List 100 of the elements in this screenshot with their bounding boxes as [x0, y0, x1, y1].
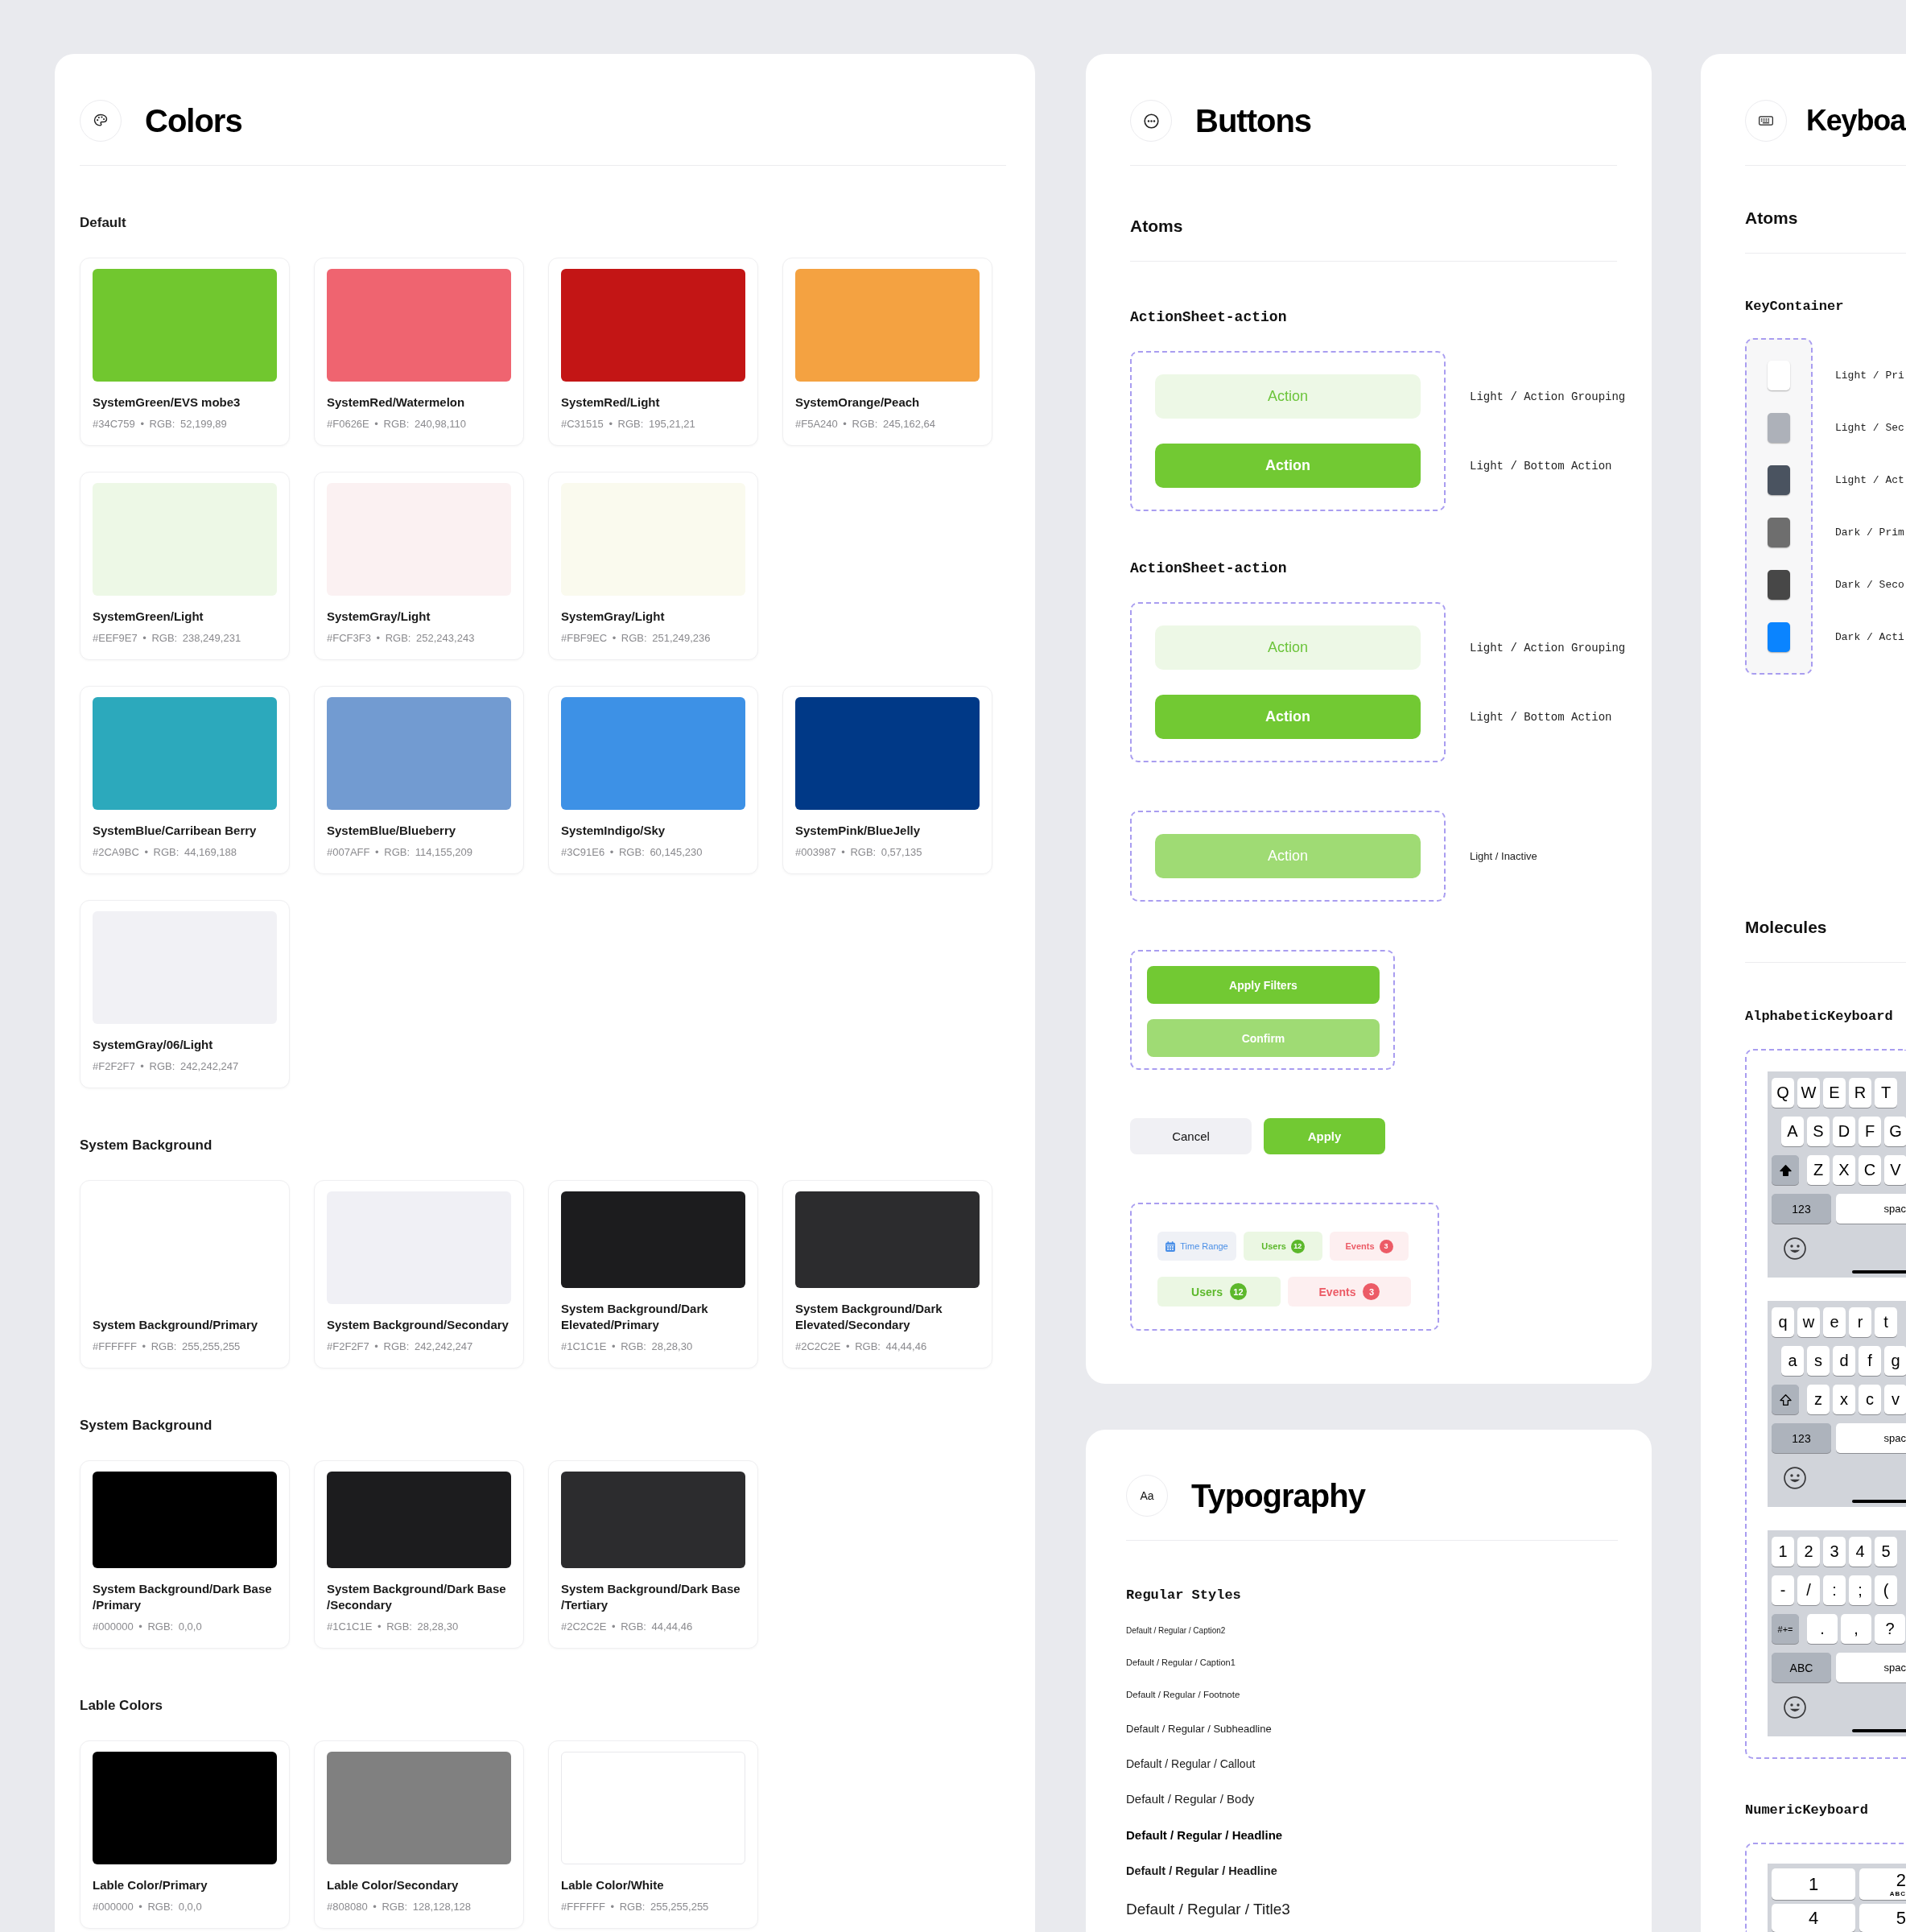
shift-key[interactable] — [1772, 1385, 1799, 1414]
keyboard-key[interactable]: e — [1823, 1307, 1846, 1337]
section-heading: Atoms — [1130, 217, 1184, 236]
variant-label: Light / Action Grouping — [1470, 390, 1626, 403]
keyboard-key[interactable]: c — [1859, 1385, 1881, 1414]
color-name: SystemGray/06/Light — [93, 1037, 214, 1053]
keyboard-key[interactable]: 5 — [1875, 1537, 1897, 1567]
color-values: #3C91E6 • RGB: 60,145,230 — [561, 845, 703, 859]
color-name: SystemRed/Watermelon — [327, 394, 466, 411]
home-indicator — [1852, 1729, 1906, 1732]
mode-key[interactable]: ABC — [1772, 1653, 1831, 1682]
keyboard-key[interactable]: W — [1797, 1078, 1820, 1108]
keyboard-key[interactable]: C — [1859, 1155, 1881, 1185]
space-key[interactable]: spac — [1836, 1653, 1906, 1682]
keyboard-key[interactable]: / — [1797, 1575, 1820, 1605]
keyboard-key[interactable]: w — [1797, 1307, 1820, 1337]
smiley-icon[interactable] — [1784, 1696, 1806, 1719]
color-values: #34C759 • RGB: 52,199,89 — [93, 417, 228, 431]
keyboard-key[interactable]: q — [1772, 1307, 1794, 1337]
color-values: #2CA9BC • RGB: 44,169,188 — [93, 845, 238, 859]
mode-key[interactable]: #+= — [1772, 1614, 1799, 1644]
text-style-badge: Aa — [1126, 1475, 1168, 1517]
keyboard-key[interactable]: - — [1772, 1575, 1794, 1605]
color-name: SystemGreen/Light — [93, 609, 204, 625]
keyboard-key[interactable]: S — [1807, 1117, 1830, 1146]
keyboard-key[interactable]: r — [1849, 1307, 1871, 1337]
smiley-icon[interactable] — [1784, 1237, 1806, 1260]
number-key[interactable]: 1 — [1772, 1868, 1855, 1900]
keyboard-key[interactable]: 1 — [1772, 1537, 1794, 1567]
color-values: #FFFFFF • RGB: 255,255,255 — [561, 1900, 710, 1913]
color-values: #808080 • RGB: 128,128,128 — [327, 1900, 472, 1913]
variant-label: Light / Sec — [1835, 422, 1904, 434]
keyboard-key[interactable]: ( — [1875, 1575, 1897, 1605]
type-sample: Default / Regular / Caption1 — [1126, 1657, 1236, 1669]
color-values: #000000 • RGB: 0,0,0 — [93, 1620, 203, 1633]
keyboard-key[interactable]: 4 — [1849, 1537, 1871, 1567]
keyboard-key[interactable]: z — [1807, 1385, 1830, 1414]
keyboard-key[interactable]: R — [1849, 1078, 1871, 1108]
keyboard-key[interactable]: g — [1884, 1346, 1906, 1376]
number-key[interactable]: 2 ABC — [1859, 1868, 1906, 1900]
keyboard-key[interactable]: 2 — [1797, 1537, 1820, 1567]
panel-title: Keyboa — [1806, 103, 1905, 138]
count-badge: 12 — [1290, 1239, 1305, 1253]
shift-key[interactable] — [1772, 1155, 1799, 1185]
punctuation-key[interactable]: ? — [1875, 1614, 1905, 1644]
type-sample: Default / Regular / Callout — [1126, 1757, 1256, 1771]
keyboard-key[interactable]: a — [1781, 1346, 1804, 1376]
space-key[interactable]: spac — [1836, 1423, 1906, 1453]
punctuation-key[interactable]: . — [1807, 1614, 1838, 1644]
color-values: #000000 • RGB: 0,0,0 — [93, 1900, 203, 1913]
keyboard-key[interactable]: G — [1884, 1117, 1906, 1146]
color-name: SystemGray/Light — [327, 609, 431, 625]
keyboard-key[interactable]: v — [1884, 1385, 1906, 1414]
type-sample: Default / Regular / Body — [1126, 1792, 1255, 1807]
keyboard-key[interactable]: Q — [1772, 1078, 1794, 1108]
keyboard-key[interactable]: 3 — [1823, 1537, 1846, 1567]
keyboard-key[interactable]: E — [1823, 1078, 1846, 1108]
color-values: #1C1C1E • RGB: 28,28,30 — [561, 1340, 694, 1353]
secondary-button[interactable]: Cancel — [1130, 1118, 1252, 1154]
color-values: #FFFFFF • RGB: 255,255,255 — [93, 1340, 241, 1353]
keyboard-key[interactable]: X — [1833, 1155, 1855, 1185]
keyboard-key[interactable]: F — [1859, 1117, 1881, 1146]
component-label: KeyContainer — [1745, 298, 1845, 316]
color-name: SystemPink/BlueJelly — [795, 823, 922, 839]
keyboard-key[interactable]: D — [1833, 1117, 1855, 1146]
color-values: #F2F2F7 • RGB: 242,242,247 — [327, 1340, 474, 1353]
space-key[interactable]: spac — [1836, 1194, 1906, 1224]
mode-key[interactable]: 123 — [1772, 1194, 1831, 1224]
keyboard-key[interactable]: t — [1875, 1307, 1897, 1337]
keyboard-key[interactable]: d — [1833, 1346, 1855, 1376]
section-heading: System Background — [80, 1418, 213, 1434]
component-label: AlphabeticKeyboard — [1745, 1008, 1894, 1026]
type-sample: Default / Regular / Headline — [1126, 1828, 1283, 1843]
color-values: #2C2C2E • RGB: 44,44,46 — [795, 1340, 928, 1353]
number-key[interactable]: 4 — [1772, 1904, 1855, 1932]
keyboard-key[interactable]: ; — [1849, 1575, 1871, 1605]
keyboard-key[interactable]: T — [1875, 1078, 1897, 1108]
component-label: ActionSheet-action — [1130, 559, 1288, 577]
number-key[interactable]: 5 — [1859, 1904, 1906, 1932]
keyboard-key[interactable]: A — [1781, 1117, 1804, 1146]
color-name: SystemRed/Light — [561, 394, 661, 411]
color-name: SystemBlue/Blueberry — [327, 823, 457, 839]
color-name: SystemOrange/Peach — [795, 394, 921, 411]
color-values: #1C1C1E • RGB: 28,28,30 — [327, 1620, 460, 1633]
variant-label: Light / Bottom Action — [1470, 710, 1612, 724]
keyboard-key[interactable]: Z — [1807, 1155, 1830, 1185]
section-heading: Lable Colors — [80, 1698, 163, 1714]
color-values: #003987 • RGB: 0,57,135 — [795, 845, 923, 859]
palette-icon — [80, 100, 122, 142]
smiley-icon[interactable] — [1784, 1467, 1806, 1489]
mode-key[interactable]: 123 — [1772, 1423, 1831, 1453]
keyboard-key[interactable]: x — [1833, 1385, 1855, 1414]
punctuation-key[interactable]: , — [1841, 1614, 1871, 1644]
keyboard-key[interactable]: f — [1859, 1346, 1881, 1376]
keyboard-key[interactable]: : — [1823, 1575, 1846, 1605]
color-name: System Background/Primary — [93, 1317, 259, 1333]
keyboard-key[interactable]: s — [1807, 1346, 1830, 1376]
type-sample: Default / Regular / Headline — [1126, 1864, 1277, 1879]
keyboard-key[interactable]: V — [1884, 1155, 1906, 1185]
section-heading: Atoms — [1745, 208, 1799, 228]
